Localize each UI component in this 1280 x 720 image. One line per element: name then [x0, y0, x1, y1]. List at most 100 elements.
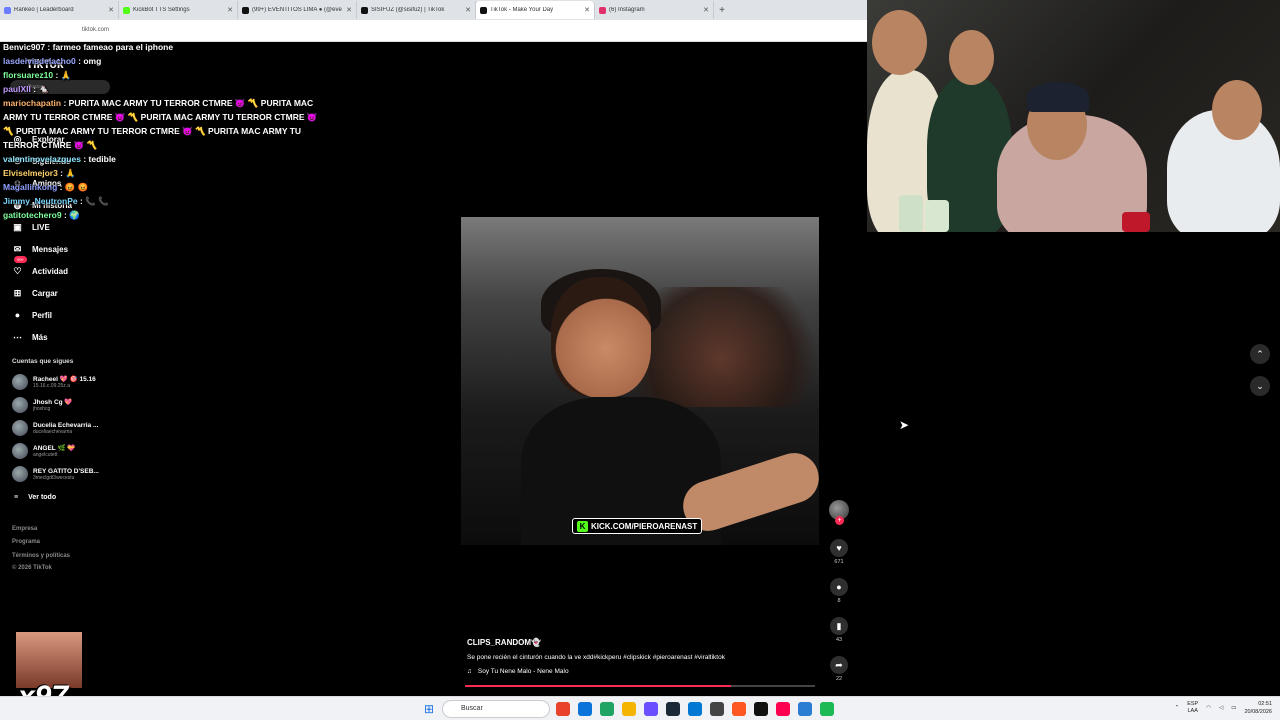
browser-tab[interactable]: (6) Instagram ✕ — [595, 1, 714, 19]
close-tab-icon[interactable]: ✕ — [584, 6, 590, 14]
like-button[interactable]: ♥ 671 — [829, 539, 849, 565]
comment-button[interactable]: ● 8 — [829, 578, 849, 604]
video-username[interactable]: CLIPS_RANDOM👻 — [467, 638, 817, 647]
taskbar-app-icon[interactable] — [644, 702, 658, 716]
creator-avatar[interactable]: + — [829, 500, 849, 525]
account-text: Racheel 💖 🎯 15.16 15.16.c.09.25z.a — [33, 375, 96, 389]
following-accounts-title: Cuentas que sigues — [12, 358, 74, 365]
comment-icon[interactable]: ● — [830, 578, 848, 596]
sidebar-item-cargar[interactable]: ⊞ Cargar — [12, 286, 58, 300]
chat-username[interactable]: Jimmy_NeutronPe — [3, 196, 78, 206]
close-tab-icon[interactable]: ✕ — [465, 6, 471, 14]
browser-tab[interactable]: SISIFUZ (@sisifuz) | TikTok ✕ — [357, 1, 476, 19]
taskbar-app-icon[interactable] — [732, 702, 746, 716]
share-icon[interactable]: ➦ — [830, 656, 848, 674]
sidebar-item-live[interactable]: ▣ LIVE — [12, 220, 50, 234]
taskbar-app-icon[interactable] — [600, 702, 614, 716]
clock[interactable]: 02:51 20/08/2026 — [1244, 700, 1272, 716]
browser-tab[interactable]: Rankeo | Leaderboard ✕ — [0, 1, 119, 19]
address-bar[interactable]: tiktok.com — [0, 20, 867, 42]
taskbar-app-icon[interactable] — [666, 702, 680, 716]
address-text[interactable]: tiktok.com — [82, 27, 109, 33]
close-tab-icon[interactable]: ✕ — [108, 6, 114, 14]
followed-account[interactable]: REY GATITO D'SEB... 3meclgdt3wecestu — [12, 466, 99, 482]
avatar[interactable] — [12, 374, 28, 390]
chat-username[interactable]: Benvic907 — [3, 42, 45, 52]
footer-link[interactable]: Empresa — [12, 526, 37, 532]
chat-separator: : — [45, 42, 53, 52]
chat-username[interactable]: valentinovelazques — [3, 154, 81, 164]
avatar[interactable] — [12, 420, 28, 436]
taskbar-app-icon[interactable] — [688, 702, 702, 716]
tab-title: SISIFUZ (@sisifuz) | TikTok — [371, 7, 445, 13]
sidebar-item-perfil[interactable]: ● Perfil — [12, 308, 52, 322]
chat-username[interactable]: gatitotechero9 — [3, 210, 62, 220]
footer-link[interactable]: Términos y políticas — [12, 553, 70, 559]
taskbar-app-icon[interactable] — [798, 702, 812, 716]
sidebar-item-mensajes[interactable]: ✉ Mensajes — [12, 242, 68, 256]
browser-tab[interactable]: TikTok - Make Your Day ✕ — [476, 1, 595, 19]
video-progress-bar[interactable] — [465, 685, 815, 687]
volume-icon[interactable]: ◁ — [1219, 705, 1223, 711]
avatar[interactable] — [12, 397, 28, 413]
followed-account[interactable]: Jhosh Cg 💖 jhoshcg — [12, 397, 73, 413]
chat-message: Jimmy_NeutronPe : 📞 📞 — [3, 194, 323, 208]
taskbar-app-icon[interactable] — [820, 702, 834, 716]
new-tab-plus-icon[interactable]: + — [714, 5, 730, 16]
taskbar-app-icon[interactable] — [556, 702, 570, 716]
sidebar-item-actividad[interactable]: ♡ Actividad — [12, 264, 68, 278]
chat-username[interactable]: mariochapatin — [3, 98, 61, 108]
avatar[interactable] — [12, 466, 28, 482]
tab-title: KickBot TTS Settings — [133, 7, 190, 13]
bookmark-icon[interactable]: ▮ — [830, 617, 848, 635]
close-tab-icon[interactable]: ✕ — [703, 6, 709, 14]
taskbar-app-icon[interactable] — [754, 702, 768, 716]
followed-account[interactable]: Ducelia Echevarria ... duceliaechevarria — [12, 420, 98, 436]
share-button[interactable]: ➦ 22 — [829, 656, 849, 682]
battery-icon[interactable]: ▭ — [1231, 705, 1236, 711]
next-video-chevron-down-icon[interactable]: ⌄ — [1250, 376, 1270, 396]
heart-icon[interactable]: ♥ — [830, 539, 848, 557]
taskbar-search-input[interactable]: Buscar — [442, 700, 550, 718]
taskbar-app-icon[interactable] — [776, 702, 790, 716]
footer-link[interactable]: Programa — [12, 539, 40, 545]
save-count: 43 — [835, 637, 843, 643]
taskbar-app-icon[interactable] — [710, 702, 724, 716]
music-title[interactable]: Soy Tu Nene Malo - Nene Malo — [478, 668, 569, 675]
chat-username[interactable]: Magallinkong — [3, 182, 57, 192]
windows-start-icon[interactable]: ⊞ — [424, 703, 436, 715]
avatar[interactable] — [12, 443, 28, 459]
taskbar-app-icon[interactable] — [622, 702, 636, 716]
followed-account[interactable]: ANGEL 🌿 💝 angelcutett — [12, 443, 75, 459]
close-tab-icon[interactable]: ✕ — [227, 6, 233, 14]
chat-username[interactable]: lasdeivisdelacho0 — [3, 56, 76, 66]
chevron-up-icon[interactable]: ⌃ — [1175, 705, 1180, 711]
chat-username[interactable]: Elviselmejor3 — [3, 168, 58, 178]
red-can — [1122, 212, 1150, 232]
see-all-link[interactable]: ≡ Ver todo — [14, 494, 56, 501]
wifi-icon[interactable]: ◠ — [1206, 705, 1211, 711]
chat-username[interactable]: florsuarez10 — [3, 70, 53, 80]
sidebar-item-label: LIVE — [32, 222, 50, 232]
chat-username[interactable]: paulXII — [3, 84, 31, 94]
video-player[interactable]: K KICK.COM/PIEROARENAST — [461, 217, 819, 545]
sidebar-item-label: Mensajes — [32, 244, 69, 254]
browser-tab[interactable]: KickBot TTS Settings ✕ — [119, 1, 238, 19]
system-tray: ⌃ ESP LAA ◠ ◁ ▭ 02:51 20/08/2026 — [1175, 700, 1272, 716]
chat-message: valentinovelazques : tedible — [3, 152, 323, 166]
previous-video-chevron-up-icon[interactable]: ⌃ — [1250, 344, 1270, 364]
stream-chat-overlay: Benvic907 : farmeo fameao para el iphone… — [3, 40, 323, 222]
taskbar-app-icon[interactable] — [578, 702, 592, 716]
sidebar-item-más[interactable]: ⋯ Más — [12, 330, 48, 344]
browser-tab[interactable]: (99+) EVENTITOS LIMA ● (@eve ✕ — [238, 1, 357, 19]
close-tab-icon[interactable]: ✕ — [346, 6, 352, 14]
music-info[interactable]: ♫ Soy Tu Nene Malo - Nene Malo — [467, 668, 817, 675]
upload-icon: ⊞ — [13, 287, 22, 298]
chat-message: Benvic907 : farmeo fameao para el iphone — [3, 40, 323, 54]
save-button[interactable]: ▮ 43 — [829, 617, 849, 643]
chat-message: florsuarez10 : 🙏 — [3, 68, 323, 82]
account-handle: 3meclgdt3wecestu — [33, 474, 75, 481]
followed-account[interactable]: Racheel 💖 🎯 15.16 15.16.c.09.25z.a — [12, 374, 96, 390]
language-indicator[interactable]: ESP LAA — [1187, 701, 1198, 715]
follow-plus-icon[interactable]: + — [835, 516, 844, 525]
